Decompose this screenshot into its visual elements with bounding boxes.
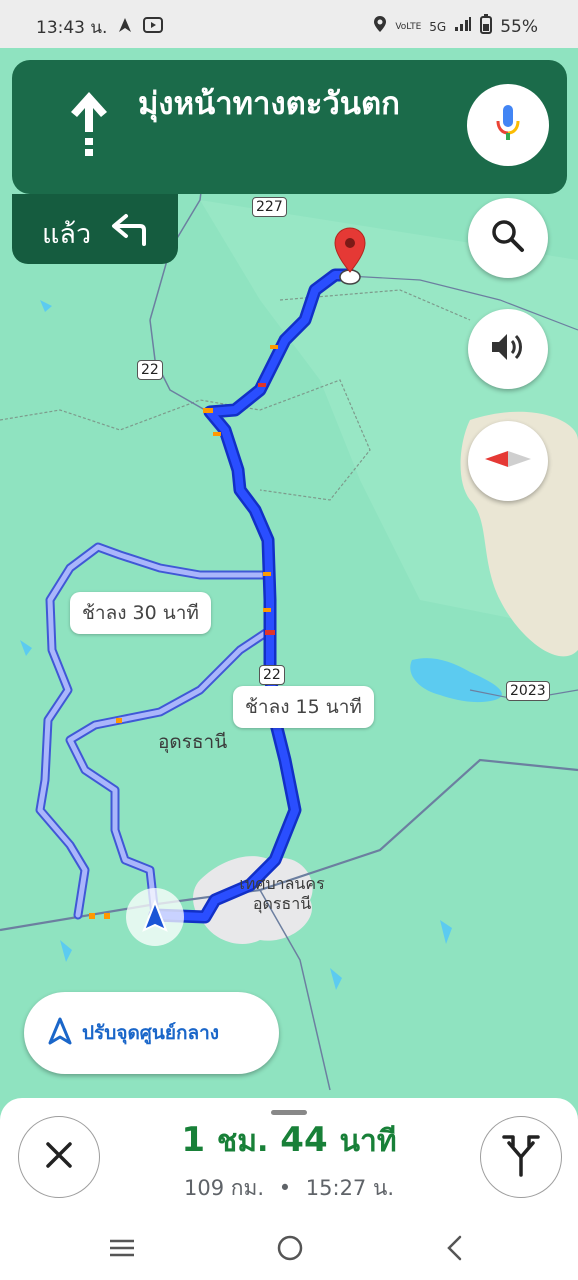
youtube-icon — [143, 17, 164, 38]
trip-details: 109 กม. • 15:27 น. — [110, 1172, 468, 1205]
home-button[interactable] — [276, 1234, 304, 1266]
recenter-button[interactable]: ปรับจุดศูนย์กลาง — [24, 992, 279, 1074]
compass-button[interactable] — [468, 421, 548, 501]
trip-summary-sheet[interactable]: 1 ชม. 44 นาที 109 กม. • 15:27 น. — [0, 1098, 578, 1216]
compass-icon — [483, 447, 533, 475]
turn-left-icon — [110, 210, 150, 250]
recenter-label: ปรับจุดศูนย์กลาง — [82, 1022, 220, 1044]
eta-hours: 1 — [181, 1120, 206, 1160]
then-instruction-card[interactable]: แล้ว — [12, 194, 178, 264]
sheet-drag-handle[interactable] — [271, 1110, 307, 1115]
trip-separator: • — [278, 1176, 292, 1200]
speaker-icon — [489, 330, 527, 368]
voice-search-button[interactable] — [467, 84, 549, 166]
road-shield-22-mid: 22 — [259, 665, 285, 685]
eta-minutes: 44 — [280, 1120, 328, 1160]
navigation-status-icon — [117, 17, 133, 38]
alt-route-delay-text-1: ช้าลง 30 นาที — [82, 602, 199, 624]
arrival-time: 15:27 น. — [305, 1176, 394, 1200]
eta-hours-unit: ชม. — [216, 1124, 269, 1159]
sound-button[interactable] — [468, 309, 548, 389]
battery-level: 55% — [500, 16, 538, 37]
system-navigation-bar — [0, 1216, 578, 1280]
exit-navigation-button[interactable] — [18, 1116, 100, 1198]
microphone-icon — [494, 103, 522, 147]
location-icon — [373, 15, 387, 38]
status-time: 13:43 น. — [36, 18, 108, 38]
battery-icon — [480, 14, 493, 39]
straight-up-arrow-icon — [64, 88, 114, 168]
alt-route-delay-bubble-2[interactable]: ช้าลง 15 นาที — [233, 686, 374, 728]
road-shield-227: 227 — [252, 197, 287, 217]
alternate-routes-button[interactable] — [480, 1116, 562, 1198]
status-bar: 13:43 น. VoLTE 5G 55% — [0, 0, 578, 48]
municipality-label: เทศบาลนคร อุดรธานี — [239, 874, 325, 913]
navigation-arrow-icon — [48, 1017, 72, 1049]
route-fork-icon — [501, 1133, 541, 1181]
close-icon — [43, 1139, 75, 1175]
navigation-instruction: มุ่งหน้าทางตะวันตก — [138, 86, 400, 122]
search-icon — [490, 218, 526, 258]
back-button[interactable] — [444, 1234, 464, 1266]
network-type: 5G — [429, 19, 447, 34]
then-label: แล้ว — [42, 219, 92, 250]
eta-duration: 1 ชม. 44 นาที — [110, 1118, 468, 1165]
alt-route-delay-bubble-1[interactable]: ช้าลง 30 นาที — [70, 592, 211, 634]
road-shield-2023: 2023 — [506, 681, 550, 701]
search-button[interactable] — [468, 198, 548, 278]
alt-route-delay-text-2: ช้าลง 15 นาที — [245, 696, 362, 718]
road-shield-22-north: 22 — [137, 360, 163, 380]
trip-distance: 109 กม. — [184, 1176, 264, 1200]
volte-indicator: VoLTE — [395, 21, 422, 32]
navigation-instruction-card[interactable]: มุ่งหน้าทางตะวันตก — [12, 60, 567, 194]
signal-icon — [454, 16, 472, 37]
destination-pin — [334, 227, 366, 285]
current-location-marker — [126, 888, 184, 946]
eta-minutes-unit: นาที — [339, 1124, 397, 1159]
city-label: อุดรธานี — [158, 731, 228, 753]
recent-apps-button[interactable] — [108, 1238, 136, 1262]
